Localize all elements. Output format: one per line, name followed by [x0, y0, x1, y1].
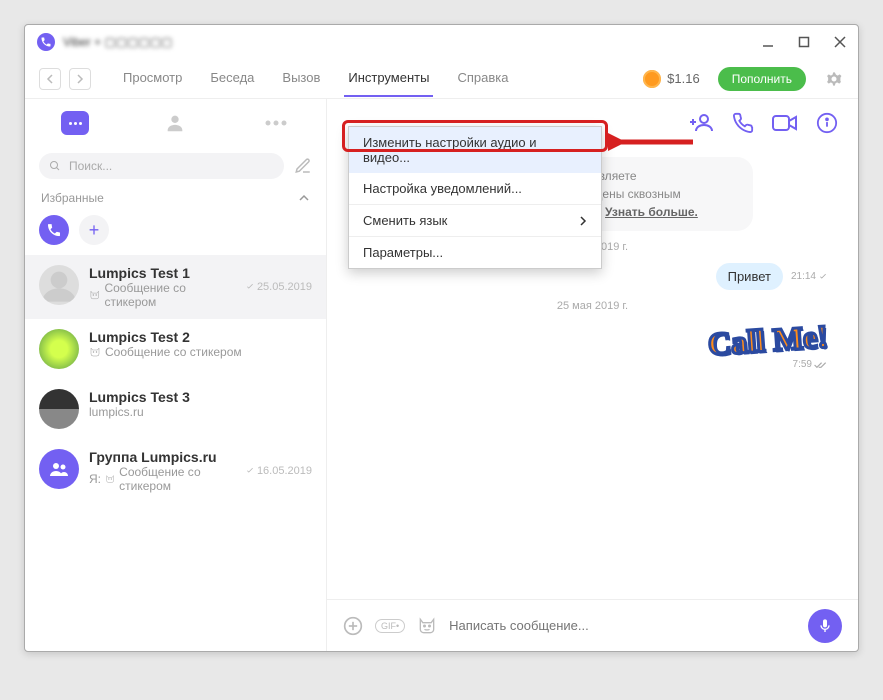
menu-chat[interactable]: Беседа: [206, 60, 258, 97]
delivered-check-icon: [818, 272, 828, 282]
cat-sticker-icon: [105, 473, 115, 485]
tab-chats[interactable]: [25, 99, 125, 147]
compose-button[interactable]: [294, 157, 312, 175]
message-bubble: Привет: [716, 263, 783, 290]
read-doublecheck-icon: [814, 360, 828, 370]
menu-view[interactable]: Просмотр: [119, 60, 186, 97]
message-input[interactable]: [449, 618, 796, 633]
date-separator: 25 мая 2019 г.: [357, 300, 828, 312]
avatar: [39, 329, 79, 369]
settings-gear-icon[interactable]: [824, 69, 844, 89]
chat-item[interactable]: Lumpics Test 3 lumpics.ru: [25, 379, 326, 439]
more-dots-icon: [265, 120, 287, 126]
cat-sticker-icon: [89, 346, 101, 358]
chat-icon: [61, 111, 89, 135]
gif-icon[interactable]: GIF•: [375, 619, 405, 633]
window-title: Viber + ▢▢▢▢▢▢: [63, 35, 173, 49]
chat-list: Lumpics Test 1 Сообщение со стикером 25.…: [25, 255, 326, 651]
nav-back-button[interactable]: [39, 68, 61, 90]
chat-name: Lumpics Test 3: [89, 389, 312, 405]
chat-name: Lumpics Test 2: [89, 329, 312, 345]
message-time: 21:14: [791, 271, 828, 282]
menu-change-language[interactable]: Сменить язык: [349, 205, 601, 236]
search-placeholder: Поиск...: [69, 159, 112, 173]
person-icon: [164, 112, 186, 134]
tab-contacts[interactable]: [125, 99, 225, 147]
tab-more[interactable]: [226, 99, 326, 147]
sticker-picker-icon[interactable]: [417, 616, 437, 636]
tools-dropdown-menu: Изменить настройки аудио и видео... Наст…: [348, 126, 602, 269]
viber-phone-icon: [46, 222, 62, 238]
mic-button[interactable]: [808, 609, 842, 643]
menu-parameters[interactable]: Параметры...: [349, 237, 601, 268]
menu-help[interactable]: Справка: [453, 60, 512, 97]
chat-name: Lumpics Test 1: [89, 265, 235, 281]
topup-button[interactable]: Пополнить: [718, 67, 806, 91]
chat-item[interactable]: Lumpics Test 1 Сообщение со стикером 25.…: [25, 255, 326, 319]
coin-icon: [643, 70, 661, 88]
close-button[interactable]: [834, 36, 846, 48]
minimize-button[interactable]: [762, 36, 774, 48]
viber-logo-icon: [37, 33, 55, 51]
message-composer: GIF•: [327, 599, 858, 651]
add-contact-icon[interactable]: [690, 111, 714, 135]
chevron-right-icon: [579, 216, 587, 226]
sticker-message: Call Me! 7:59: [357, 322, 828, 370]
favorites-header[interactable]: Избранные: [25, 185, 326, 211]
titlebar: Viber + ▢▢▢▢▢▢: [25, 25, 858, 59]
call-me-sticker: Call Me!: [707, 318, 829, 363]
info-icon[interactable]: [816, 112, 838, 134]
chat-item[interactable]: Lumpics Test 2 Сообщение со стикером: [25, 319, 326, 379]
menu-notification-settings[interactable]: Настройка уведомлений...: [349, 173, 601, 204]
avatar: [39, 389, 79, 429]
voice-call-icon[interactable]: [732, 112, 754, 134]
chevron-up-icon: [298, 192, 310, 204]
favorite-add-button[interactable]: +: [79, 215, 109, 245]
chat-item[interactable]: Группа Lumpics.ru Я: Сообщение со стикер…: [25, 439, 326, 503]
balance-amount: $1.16: [667, 71, 700, 86]
search-input[interactable]: Поиск...: [39, 153, 284, 179]
menu-call[interactable]: Вызов: [278, 60, 324, 97]
search-icon: [49, 160, 61, 172]
cat-sticker-icon: [89, 289, 100, 301]
attach-plus-icon[interactable]: [343, 616, 363, 636]
learn-more-link[interactable]: Узнать больше.: [605, 205, 698, 219]
sidebar: Поиск... Избранные + Lumpics Test 1: [25, 99, 327, 651]
maximize-button[interactable]: [798, 36, 810, 48]
menu-tools[interactable]: Инструменты: [344, 60, 433, 97]
nav-forward-button[interactable]: [69, 68, 91, 90]
check-icon: [245, 466, 255, 476]
avatar: [39, 449, 79, 489]
menu-audio-video-settings[interactable]: Изменить настройки аудио и видео...: [349, 127, 601, 173]
toolbar: Просмотр Беседа Вызов Инструменты Справк…: [25, 59, 858, 99]
video-call-icon[interactable]: [772, 112, 798, 134]
app-window: Viber + ▢▢▢▢▢▢ Просмотр Беседа Вызов Инс…: [24, 24, 859, 652]
balance-display: $1.16: [643, 70, 700, 88]
favorite-viber[interactable]: [39, 215, 69, 245]
check-icon: [245, 282, 255, 292]
avatar: [39, 265, 79, 305]
chat-name: Группа Lumpics.ru: [89, 449, 235, 465]
